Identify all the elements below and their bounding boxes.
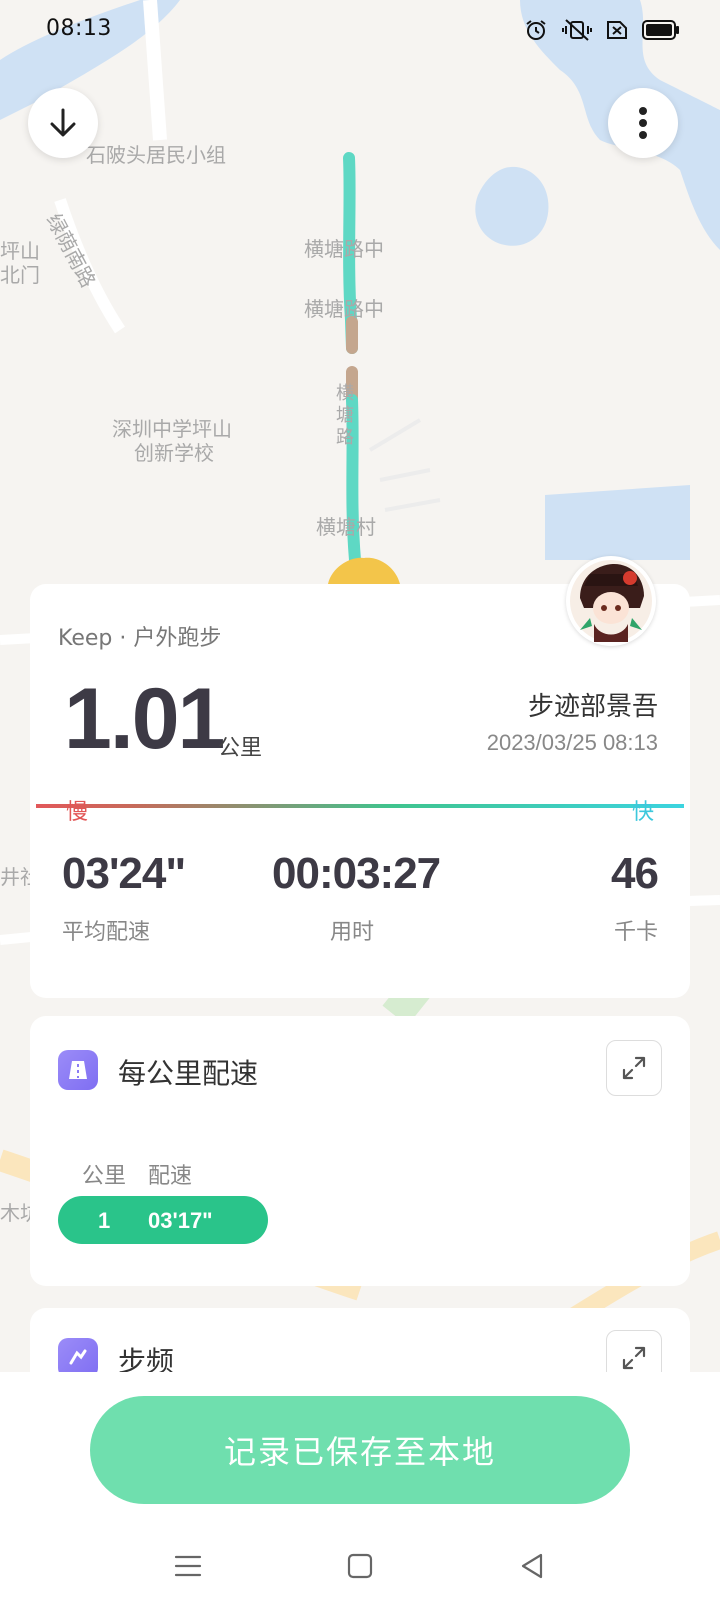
map-label: 石陂头居民小组 (86, 143, 226, 167)
run-datetime: 2023/03/25 08:13 (486, 730, 658, 755)
calories-value: 46 (611, 849, 659, 898)
nav-back-button[interactable] (508, 1542, 556, 1590)
road-icon (69, 1061, 87, 1079)
map-label: 横塘路中 (304, 297, 384, 321)
battery-full-icon (642, 20, 679, 40)
pace-section-icon (58, 1050, 98, 1090)
status-bar: 08:13 (0, 0, 720, 62)
expand-icon (622, 1346, 646, 1370)
saved-locally-button[interactable]: 记录已保存至本地 (90, 1396, 630, 1504)
map-label: 横塘路中 (304, 237, 384, 261)
expand-pace-button[interactable] (606, 1040, 662, 1096)
arrow-down-icon (50, 108, 76, 137)
avg-pace-value: 03'24" (62, 849, 186, 898)
expand-icon (622, 1056, 646, 1080)
avatar[interactable] (566, 556, 656, 646)
more-options-button[interactable] (608, 88, 678, 158)
pace-section-title: 每公里配速 (118, 1057, 259, 1090)
duration-value: 00:03:27 (272, 849, 441, 898)
distance-unit: 公里 (218, 736, 263, 761)
column-header-km: 公里 (82, 1164, 127, 1189)
status-icons (524, 18, 680, 42)
duration-label: 用时 (330, 920, 375, 945)
split-row[interactable]: 1 03'17" (58, 1196, 268, 1244)
status-time: 08:13 (46, 16, 112, 41)
fast-label: 快 (632, 800, 655, 825)
split-pace: 03'17" (148, 1208, 213, 1233)
column-header-pace: 配速 (148, 1164, 193, 1189)
pace-gradient-bar (36, 804, 684, 808)
map-label: 北门 (0, 263, 40, 287)
more-vertical-icon (639, 107, 647, 139)
map-label: 深圳中学坪山 (112, 417, 232, 441)
system-nav-bar (0, 1532, 720, 1600)
split-km: 1 (98, 1208, 111, 1233)
username: 步迹部景吾 (527, 692, 658, 722)
collapse-button[interactable] (28, 88, 98, 158)
vibrate-off-icon (562, 19, 592, 41)
menu-icon (174, 1555, 202, 1577)
footprint-icon (69, 1349, 87, 1365)
map-label: 路 (336, 427, 354, 448)
avg-pace-label: 平均配速 (62, 920, 151, 945)
activity-source-label: Keep · 户外跑步 (58, 626, 222, 651)
home-square-icon (347, 1553, 373, 1579)
bottom-panel: 记录已保存至本地 (0, 1372, 720, 1600)
alarm-icon (526, 20, 546, 40)
nav-menu-button[interactable] (164, 1542, 212, 1590)
per-km-pace-card: 每公里配速 公里 配速 1 03'17" (30, 1016, 690, 1286)
avatar-image (570, 560, 652, 642)
sim-error-icon (607, 21, 627, 39)
map-label: 坪山 (0, 239, 40, 263)
distance-value: 1.01 (64, 671, 225, 767)
map-label: 横塘村 (316, 515, 376, 539)
nav-home-button[interactable] (336, 1542, 384, 1590)
map-label: 塘 (336, 405, 354, 426)
back-triangle-icon (521, 1553, 543, 1579)
slow-label: 慢 (66, 800, 89, 825)
run-summary-card: Keep · 户外跑步 1.01 公里 步迹部景吾 2023/03/25 08:… (30, 584, 690, 998)
map-label: 横 (336, 383, 354, 404)
calories-label: 千卡 (613, 920, 658, 945)
map-label: 创新学校 (134, 441, 214, 465)
